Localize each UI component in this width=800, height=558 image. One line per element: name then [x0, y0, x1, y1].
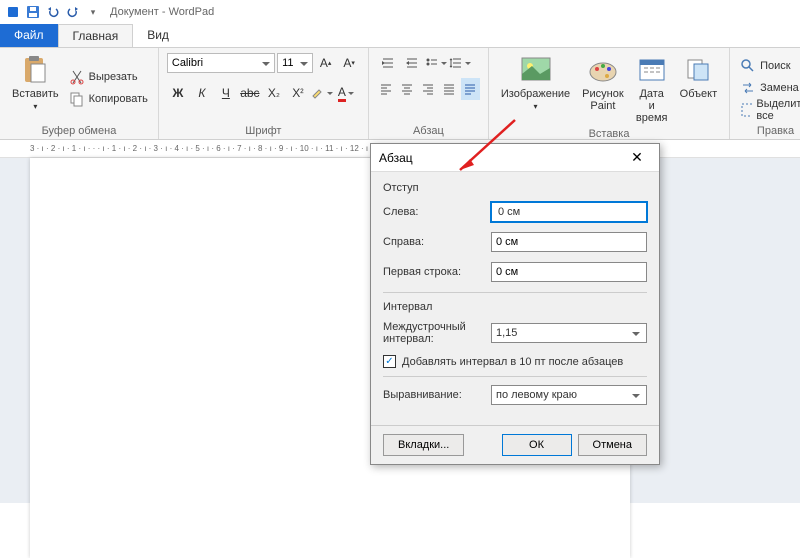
- tab-file[interactable]: Файл: [0, 24, 58, 47]
- insert-object-button[interactable]: Объект: [676, 52, 721, 126]
- firstline-indent-label: Первая строка:: [383, 266, 483, 278]
- group-paragraph-label: Абзац: [377, 123, 480, 137]
- group-paragraph: Абзац: [369, 48, 489, 139]
- close-icon[interactable]: ✕: [623, 144, 651, 172]
- replace-button[interactable]: Замена: [738, 78, 800, 98]
- ribbon-tabs: Файл Главная Вид: [0, 24, 800, 48]
- dialog-title: Абзац: [379, 151, 413, 165]
- align-left-icon[interactable]: [377, 78, 396, 100]
- group-editing-label: Правка: [738, 123, 800, 137]
- alignment-select[interactable]: по левому краю: [491, 385, 647, 405]
- justify-icon[interactable]: [440, 78, 459, 100]
- increase-indent-icon[interactable]: [401, 52, 423, 74]
- align-right-icon[interactable]: [419, 78, 438, 100]
- spacing-section-label: Интервал: [383, 301, 647, 313]
- subscript-icon[interactable]: X₂: [263, 82, 285, 104]
- cancel-button[interactable]: Отмена: [578, 434, 647, 456]
- alignment-label: Выравнивание:: [383, 389, 483, 401]
- copy-button[interactable]: Копировать: [67, 89, 150, 109]
- paste-button[interactable]: Вставить ▾: [8, 52, 63, 123]
- tab-view[interactable]: Вид: [133, 24, 183, 47]
- group-font-label: Шрифт: [167, 123, 360, 137]
- redo-icon[interactable]: [64, 3, 82, 21]
- shrink-font-icon[interactable]: A▾: [338, 52, 360, 74]
- addspace-label: Добавлять интервал в 10 пт после абзацев: [402, 356, 623, 368]
- linespacing-label: Междустрочный интервал:: [383, 321, 483, 345]
- indent-section-label: Отступ: [383, 182, 647, 194]
- insert-paint-button[interactable]: Рисунок Paint: [578, 52, 628, 126]
- quick-access-toolbar: ▾: [4, 3, 102, 21]
- firstline-indent-input[interactable]: [491, 262, 647, 282]
- linespacing-select[interactable]: 1,15: [491, 323, 647, 343]
- tab-home[interactable]: Главная: [58, 24, 134, 47]
- insert-datetime-button[interactable]: Дата и время: [632, 52, 672, 126]
- dialog-titlebar: Абзац ✕: [371, 144, 659, 172]
- superscript-icon[interactable]: X²: [287, 82, 309, 104]
- group-editing: Поиск Замена Выделить все Правка: [730, 48, 800, 139]
- insert-image-button[interactable]: Изображение▾: [497, 52, 574, 126]
- left-indent-label: Слева:: [383, 206, 483, 218]
- underline-icon[interactable]: Ч: [215, 82, 237, 104]
- group-font: Calibri 11 A▴ A▾ Ж К Ч abс X₂ X² A Шрифт: [159, 48, 369, 139]
- tabs-button[interactable]: Вкладки...: [383, 434, 464, 456]
- line-spacing-icon[interactable]: [449, 52, 471, 74]
- app-menu-icon[interactable]: [4, 3, 22, 21]
- cut-button[interactable]: Вырезать: [67, 67, 150, 87]
- strikethrough-icon[interactable]: abс: [239, 82, 261, 104]
- find-button[interactable]: Поиск: [738, 56, 800, 76]
- group-insert-label: Вставка: [497, 126, 721, 140]
- right-indent-label: Справа:: [383, 236, 483, 248]
- addspace-checkbox[interactable]: ✓: [383, 355, 396, 368]
- save-icon[interactable]: [24, 3, 42, 21]
- bullets-icon[interactable]: [425, 52, 447, 74]
- font-color-icon[interactable]: A: [335, 82, 357, 104]
- paragraph-dialog: Абзац ✕ Отступ Слева: 0 см Справа: Перва…: [370, 143, 660, 465]
- decrease-indent-icon[interactable]: [377, 52, 399, 74]
- group-clipboard-label: Буфер обмена: [8, 123, 150, 137]
- font-family-combo[interactable]: Calibri: [167, 53, 275, 73]
- font-size-combo[interactable]: 11: [277, 53, 313, 73]
- italic-icon[interactable]: К: [191, 82, 213, 104]
- grow-font-icon[interactable]: A▴: [315, 52, 337, 74]
- right-indent-input[interactable]: [491, 232, 647, 252]
- bold-icon[interactable]: Ж: [167, 82, 189, 104]
- qat-dropdown-icon[interactable]: ▾: [84, 3, 102, 21]
- ok-button[interactable]: ОК: [502, 434, 572, 456]
- select-all-button[interactable]: Выделить все: [738, 100, 800, 120]
- group-clipboard: Вставить ▾ Вырезать Копировать Буфер обм…: [0, 48, 159, 139]
- align-center-icon[interactable]: [398, 78, 417, 100]
- window-title: Документ - WordPad: [110, 6, 214, 18]
- group-insert: Изображение▾ Рисунок Paint Дата и время …: [489, 48, 730, 139]
- ribbon: Вставить ▾ Вырезать Копировать Буфер обм…: [0, 48, 800, 140]
- highlight-icon[interactable]: [311, 82, 333, 104]
- undo-icon[interactable]: [44, 3, 62, 21]
- paragraph-dialog-icon[interactable]: [461, 78, 480, 100]
- title-bar: ▾ Документ - WordPad: [0, 0, 800, 24]
- paste-label: Вставить: [12, 88, 59, 100]
- left-indent-input[interactable]: 0 см: [491, 202, 647, 222]
